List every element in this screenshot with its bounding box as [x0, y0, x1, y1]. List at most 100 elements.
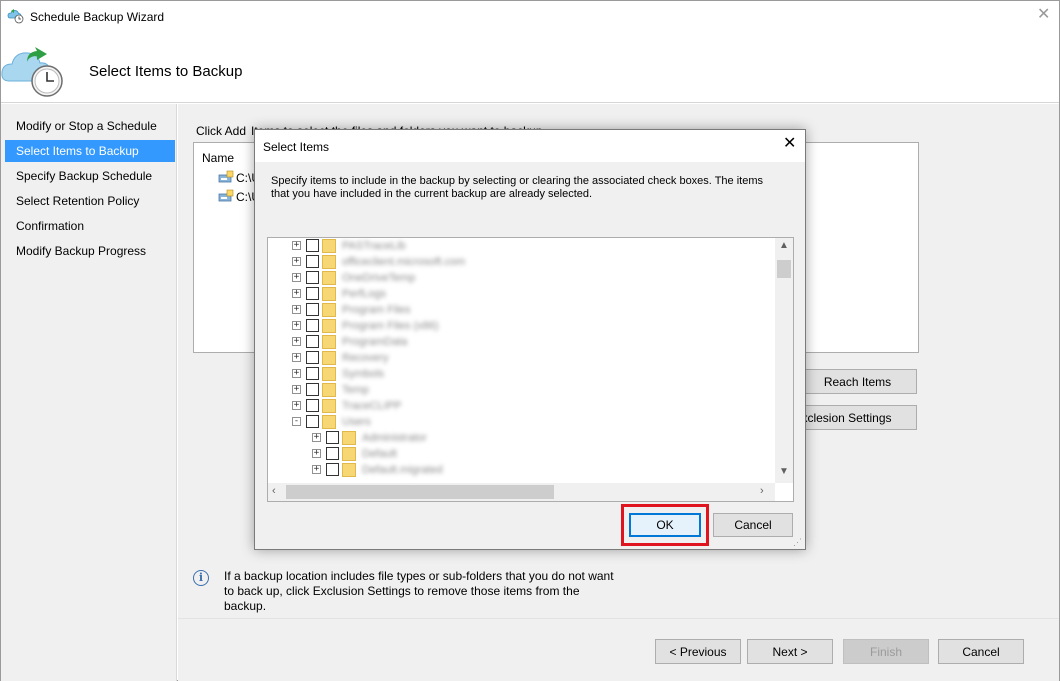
close-icon[interactable]: ✕ [783, 136, 796, 152]
scroll-right-icon[interactable]: › [760, 485, 764, 497]
folder-icon [322, 367, 336, 381]
tree-node-label: Default [362, 448, 397, 460]
tree-node-label: officeclient.microsoft.com [342, 256, 466, 268]
folder-icon [322, 303, 336, 317]
tree-node[interactable]: + PASTraceLib [268, 238, 768, 254]
scroll-up-icon[interactable]: ▲ [779, 240, 789, 251]
resize-grip-icon[interactable]: ⋰ [793, 538, 803, 548]
tree-node[interactable]: + Temp [268, 382, 768, 398]
tree-node[interactable]: + Program Files [268, 302, 768, 318]
expand-icon[interactable]: + [292, 369, 301, 378]
tree-node-checkbox[interactable] [306, 415, 319, 428]
expand-icon[interactable]: + [292, 337, 301, 346]
scroll-left-icon[interactable]: ‹ [272, 485, 276, 497]
dialog-cancel-button[interactable]: Cancel [713, 513, 793, 537]
step-select-items-to-backup[interactable]: Select Items to Backup [5, 140, 175, 162]
tree-node-label: Recovery [342, 352, 389, 364]
tree-node-checkbox[interactable] [306, 399, 319, 412]
folder-icon [322, 287, 336, 301]
dialog-title: Select Items [263, 140, 330, 154]
tree-node[interactable]: + Default [268, 446, 768, 462]
tree-node-checkbox[interactable] [306, 287, 319, 300]
cancel-button[interactable]: Cancel [938, 639, 1024, 664]
instruction-text: Click Add Items to select the files and … [196, 124, 546, 138]
previous-button[interactable]: < Previous [655, 639, 741, 664]
collapse-icon[interactable]: - [292, 417, 301, 426]
folder-icon [322, 271, 336, 285]
tree-node-checkbox[interactable] [306, 351, 319, 364]
scroll-down-icon[interactable]: ▼ [779, 466, 789, 477]
tree-node-checkbox[interactable] [306, 367, 319, 380]
column-header-name[interactable]: Name [202, 151, 234, 165]
select-items-dialog: Select Items ✕ Specify items to include … [254, 129, 806, 550]
title-bar: Schedule Backup Wizard ✕ [1, 1, 1059, 33]
tree-node[interactable]: + OneDriveTemp [268, 270, 768, 286]
tree-node[interactable]: + Default.migrated [268, 462, 768, 478]
instruction-prefix: Click Add [196, 124, 247, 138]
expand-icon[interactable]: + [292, 241, 301, 250]
tree-node-label: Users [342, 416, 371, 428]
tree-node[interactable]: + Administrator [268, 430, 768, 446]
tree-node-checkbox[interactable] [326, 463, 339, 476]
tree-node[interactable]: + ProgramData [268, 334, 768, 350]
window-close-icon[interactable]: ✕ [1037, 7, 1050, 23]
scroll-thumb[interactable] [777, 260, 791, 278]
tree-node-checkbox[interactable] [306, 383, 319, 396]
info-icon: i [193, 570, 209, 586]
tree-node[interactable]: + officeclient.microsoft.com [268, 254, 768, 270]
expand-icon[interactable]: + [292, 401, 301, 410]
expand-icon[interactable]: + [292, 257, 301, 266]
backup-app-icon [7, 9, 24, 24]
folder-icon [322, 351, 336, 365]
expand-icon[interactable]: + [312, 465, 321, 474]
items-tree[interactable]: + PASTraceLib + officeclient.microsoft.com +… [267, 237, 794, 502]
tree-node-checkbox[interactable] [306, 303, 319, 316]
expand-icon[interactable]: + [292, 385, 301, 394]
backup-clock-icon [1, 47, 63, 97]
tree-node-label: PerfLogs [342, 288, 387, 300]
folder-icon [322, 239, 336, 253]
horizontal-scrollbar[interactable]: ‹ › [268, 483, 775, 501]
step-modify-or-stop-schedule[interactable]: Modify or Stop a Schedule [5, 115, 175, 137]
step-select-retention-policy[interactable]: Select Retention Policy [5, 190, 175, 212]
tree-node-checkbox[interactable] [326, 431, 339, 444]
tree-node[interactable]: + Recovery [268, 350, 768, 366]
footer-separator [178, 618, 1059, 619]
ok-button-highlight [621, 504, 709, 546]
step-confirmation[interactable]: Confirmation [5, 215, 175, 237]
info-text: If a backup location includes file types… [224, 569, 614, 613]
add-items-button[interactable]: Reach Items [798, 369, 917, 394]
finish-button[interactable]: Finish [843, 639, 929, 664]
folder-icon [322, 335, 336, 349]
tree-node-checkbox[interactable] [306, 319, 319, 332]
tree-node-checkbox[interactable] [306, 239, 319, 252]
tree-node[interactable]: + Program Files (x86) [268, 318, 768, 334]
vertical-scrollbar[interactable]: ▲ ▼ [775, 238, 793, 483]
folder-icon [322, 383, 336, 397]
tree-node-checkbox[interactable] [326, 447, 339, 460]
wizard-steps-sidebar: Modify or Stop a Schedule Select Items t… [1, 104, 177, 681]
drive-icon [218, 170, 234, 183]
step-modify-backup-progress[interactable]: Modify Backup Progress [5, 240, 175, 262]
tree-node-checkbox[interactable] [306, 271, 319, 284]
folder-icon [342, 431, 356, 445]
tree-node[interactable]: + TraceCLIPP [268, 398, 768, 414]
tree-node-label: Administrator [362, 432, 427, 444]
expand-icon[interactable]: + [292, 289, 301, 298]
step-specify-backup-schedule[interactable]: Specify Backup Schedule [5, 165, 175, 187]
expand-icon[interactable]: + [312, 433, 321, 442]
tree-node-checkbox[interactable] [306, 335, 319, 348]
expand-icon[interactable]: + [312, 449, 321, 458]
folder-icon [322, 415, 336, 429]
tree-node-label: Program Files (x86) [342, 320, 439, 332]
expand-icon[interactable]: + [292, 273, 301, 282]
expand-icon[interactable]: + [292, 305, 301, 314]
scroll-thumb[interactable] [286, 485, 554, 499]
expand-icon[interactable]: + [292, 353, 301, 362]
tree-node[interactable]: + Symbols [268, 366, 768, 382]
expand-icon[interactable]: + [292, 321, 301, 330]
tree-node-checkbox[interactable] [306, 255, 319, 268]
tree-node[interactable]: - Users [268, 414, 768, 430]
tree-node[interactable]: + PerfLogs [268, 286, 768, 302]
next-button[interactable]: Next > [747, 639, 833, 664]
